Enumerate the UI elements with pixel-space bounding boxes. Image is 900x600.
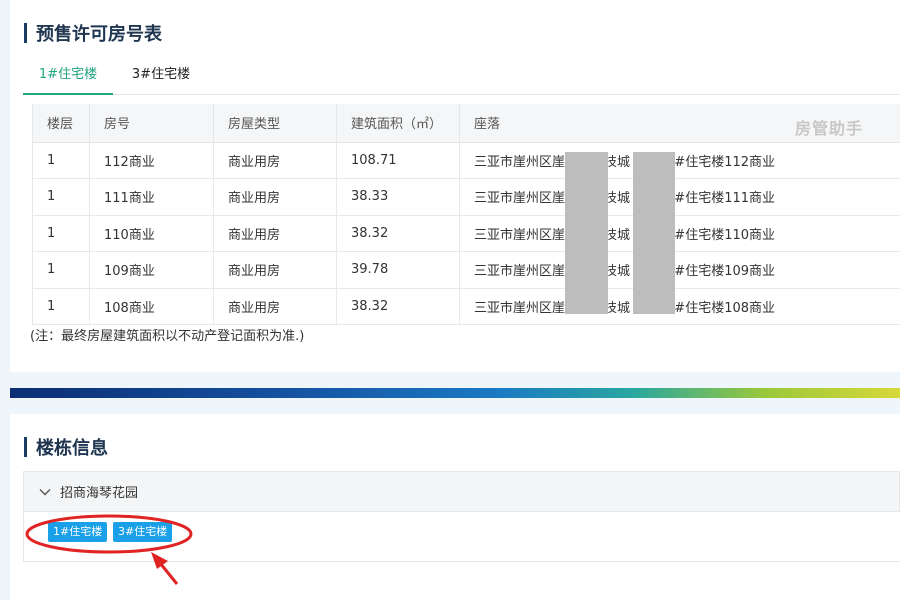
- cell-type: 商业用房: [213, 141, 337, 179]
- cell-area: 38.33: [336, 178, 460, 216]
- table-row: 1 109商业 商业用房 39.78 三亚市崖州区崖 技城 1#住宅楼109商业: [32, 251, 900, 289]
- table-row: 1 110商业 商业用房 38.32 三亚市崖州区崖 技城 1#住宅楼110商业: [32, 214, 900, 252]
- cell-area: 38.32: [336, 287, 460, 325]
- cell-location: 三亚市崖州区崖 技城 1#住宅楼108商业: [459, 287, 900, 325]
- cell-floor: 1: [32, 214, 90, 252]
- cell-location: 三亚市崖州区崖 技城 1#住宅楼109商业: [459, 251, 900, 289]
- tab-building-3[interactable]: 3#住宅楼: [121, 60, 201, 95]
- cell-room: 112商业: [89, 141, 214, 179]
- cell-room: 110商业: [89, 214, 214, 252]
- table-row: 1 108商业 商业用房 38.32 三亚市崖州区崖 技城 1#住宅楼108商业: [32, 287, 900, 325]
- room-table: 楼层 房号 房屋类型 建筑面积（㎡） 座落 1 112商业 商业用房 108.71 三亚…: [32, 104, 900, 325]
- location-fragment: 三亚市崖州区崖: [474, 300, 566, 316]
- tab-building-1[interactable]: 1#住宅楼: [23, 60, 113, 95]
- area-note: (注：最终房屋建筑面积以不动产登记面积为准.): [30, 329, 305, 344]
- location-fragment: 1#住宅楼108商业: [666, 300, 776, 316]
- col-header-room: 房号: [89, 104, 214, 143]
- col-header-type: 房屋类型: [213, 104, 337, 143]
- redaction-block: [633, 152, 675, 314]
- project-collapse-header[interactable]: 招商海琴花园: [23, 471, 900, 512]
- cell-type: 商业用房: [213, 287, 337, 325]
- redaction-block: [565, 152, 608, 314]
- cell-floor: 1: [32, 251, 90, 289]
- building-button-1[interactable]: 1#住宅楼: [48, 522, 108, 542]
- chevron-down-icon: [39, 488, 51, 495]
- cell-area: 38.32: [336, 214, 460, 252]
- cell-floor: 1: [32, 178, 90, 216]
- cell-type: 商业用房: [213, 214, 337, 252]
- building-section-title: 楼栋信息: [24, 434, 108, 460]
- location-fragment: 三亚市崖州区崖: [474, 191, 566, 207]
- presale-panel: 预售许可房号表 1#住宅楼 3#住宅楼 楼层 房号 房屋类型 建筑面积（㎡） 座…: [10, 0, 900, 372]
- location-fragment: 1#住宅楼112商业: [666, 154, 776, 170]
- location-fragment: 1#住宅楼111商业: [666, 191, 776, 207]
- room-table-body: 1 112商业 商业用房 108.71 三亚市崖州区崖 技城 1#住宅楼112商业 1 111商…: [32, 141, 900, 325]
- cell-room: 111商业: [89, 178, 214, 216]
- location-fragment: 1#住宅楼109商业: [666, 264, 776, 280]
- presale-section-title: 预售许可房号表: [24, 20, 162, 46]
- gradient-divider: [10, 388, 900, 398]
- cell-floor: 1: [32, 287, 90, 325]
- cell-location: 三亚市崖州区崖 技城 1#住宅楼110商业: [459, 214, 900, 252]
- cell-type: 商业用房: [213, 251, 337, 289]
- location-fragment: 三亚市崖州区崖: [474, 264, 566, 280]
- location-fragment: 三亚市崖州区崖: [474, 227, 566, 243]
- cell-type: 商业用房: [213, 178, 337, 216]
- table-row: 1 112商业 商业用房 108.71 三亚市崖州区崖 技城 1#住宅楼112商业: [32, 141, 900, 179]
- building-title: 楼栋信息: [36, 438, 108, 459]
- location-fragment: 1#住宅楼110商业: [666, 227, 776, 243]
- cell-room: 109商业: [89, 251, 214, 289]
- project-collapse-body: 1#住宅楼 3#住宅楼: [23, 512, 900, 562]
- room-table-wrapper: 楼层 房号 房屋类型 建筑面积（㎡） 座落 1 112商业 商业用房 108.71 三亚…: [32, 104, 900, 325]
- cell-area: 108.71: [336, 141, 460, 179]
- project-name: 招商海琴花园: [60, 486, 139, 501]
- table-row: 1 111商业 商业用房 38.33 三亚市崖州区崖 技城 1#住宅楼111商业: [32, 178, 900, 216]
- table-header-row: 楼层 房号 房屋类型 建筑面积（㎡） 座落: [32, 104, 900, 143]
- watermark-text: 房管助手: [795, 119, 864, 138]
- title-accent-bar: [24, 437, 27, 457]
- col-header-floor: 楼层: [32, 104, 90, 143]
- presale-title: 预售许可房号表: [36, 24, 162, 45]
- cell-location: 三亚市崖州区崖 技城 1#住宅楼112商业: [459, 141, 900, 179]
- cell-location: 三亚市崖州区崖 技城 1#住宅楼111商业: [459, 178, 900, 216]
- building-button-3[interactable]: 3#住宅楼: [113, 522, 173, 542]
- title-accent-bar: [24, 23, 27, 43]
- location-fragment: 三亚市崖州区崖: [474, 154, 566, 170]
- cell-floor: 1: [32, 141, 90, 179]
- building-tabs: 1#住宅楼 3#住宅楼: [23, 60, 900, 95]
- col-header-area: 建筑面积（㎡）: [336, 104, 460, 143]
- building-panel: 楼栋信息 招商海琴花园 1#住宅楼 3#住宅楼: [10, 414, 900, 600]
- cell-area: 39.78: [336, 251, 460, 289]
- cell-room: 108商业: [89, 287, 214, 325]
